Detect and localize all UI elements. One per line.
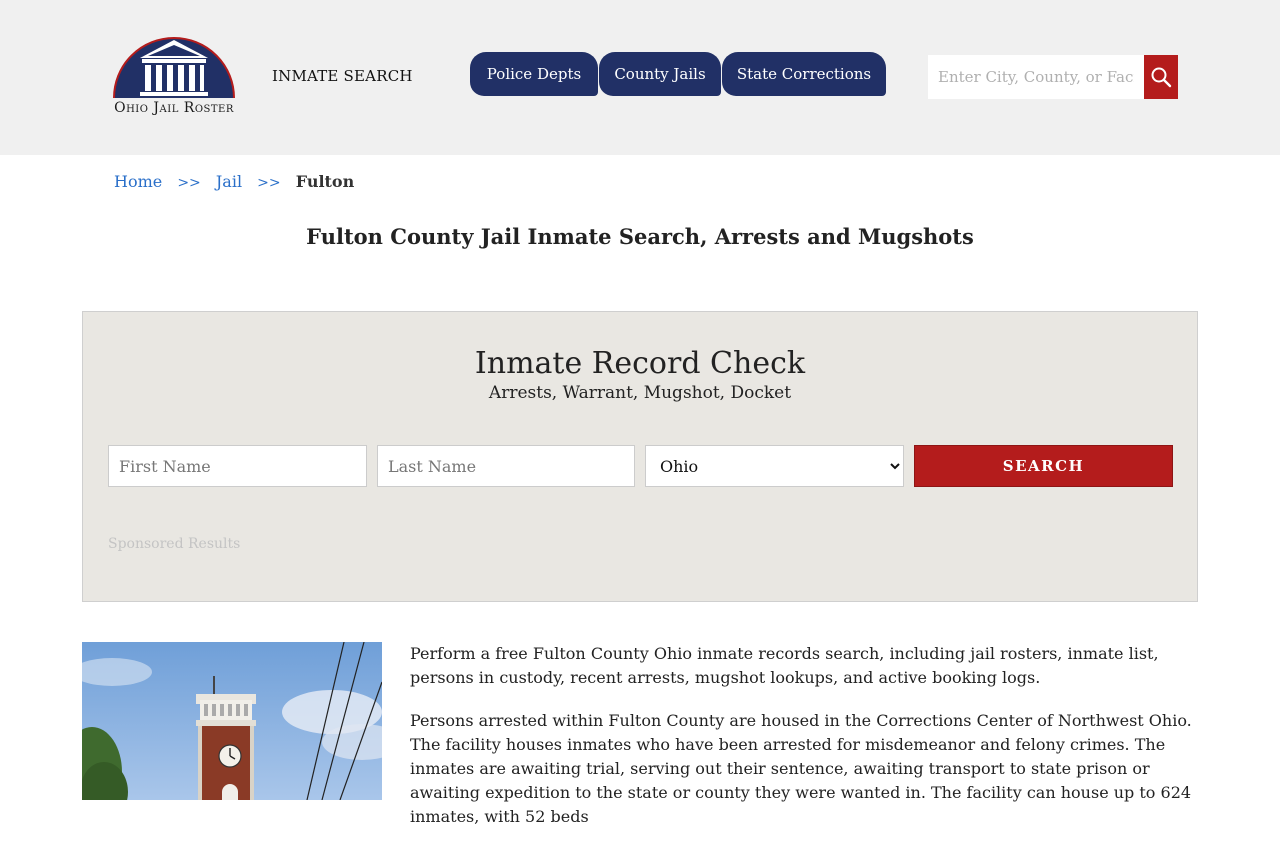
breadcrumb-current: Fulton (295, 172, 355, 191)
site-search-input[interactable] (928, 55, 1144, 99)
sponsored-results-label: Sponsored Results (108, 536, 241, 552)
site-search (928, 55, 1178, 99)
inmate-record-check-panel: Inmate Record Check Arrests, Warrant, Mu… (82, 311, 1198, 602)
inmate-search-link[interactable]: INMATE SEARCH (272, 67, 413, 85)
site-logo[interactable]: Ohio Jail Roster (104, 34, 244, 122)
nav-state-corrections[interactable]: State Corrections (722, 52, 886, 96)
nav-police-depts[interactable]: Police Depts (470, 52, 598, 96)
record-check-title: Inmate Record Check (474, 346, 806, 381)
breadcrumb-jail[interactable]: Jail (216, 172, 242, 191)
site-search-button[interactable] (1144, 55, 1178, 99)
nav-county-jails[interactable]: County Jails (599, 52, 721, 96)
breadcrumb-home[interactable]: Home (114, 172, 162, 191)
last-name-input[interactable] (377, 445, 635, 487)
courthouse-clock-tower-image (82, 642, 382, 800)
courthouse-logo-icon (113, 37, 235, 99)
first-name-input[interactable] (108, 445, 367, 487)
record-check-subtitle: Arrests, Warrant, Mugshot, Docket (488, 383, 792, 403)
breadcrumb-separator: >> (257, 175, 281, 191)
jail-description: Perform a free Fulton County Ohio inmate… (410, 642, 1200, 848)
description-paragraph: Perform a free Fulton County Ohio inmate… (410, 644, 1159, 687)
site-header: Ohio Jail Roster INMATE SEARCH Police De… (0, 0, 1280, 155)
record-search-button[interactable]: SEARCH (914, 445, 1173, 487)
page-title: Fulton County Jail Inmate Search, Arrest… (306, 224, 974, 249)
courthouse-photo (82, 642, 382, 800)
description-paragraph: Persons arrested within Fulton County ar… (410, 711, 1192, 826)
breadcrumb: Home >> Jail >> Fulton (114, 172, 354, 191)
state-select[interactable]: Ohio (645, 445, 904, 487)
logo-text: Ohio Jail Roster (114, 100, 234, 116)
breadcrumb-separator: >> (177, 175, 201, 191)
search-icon (1151, 67, 1172, 88)
